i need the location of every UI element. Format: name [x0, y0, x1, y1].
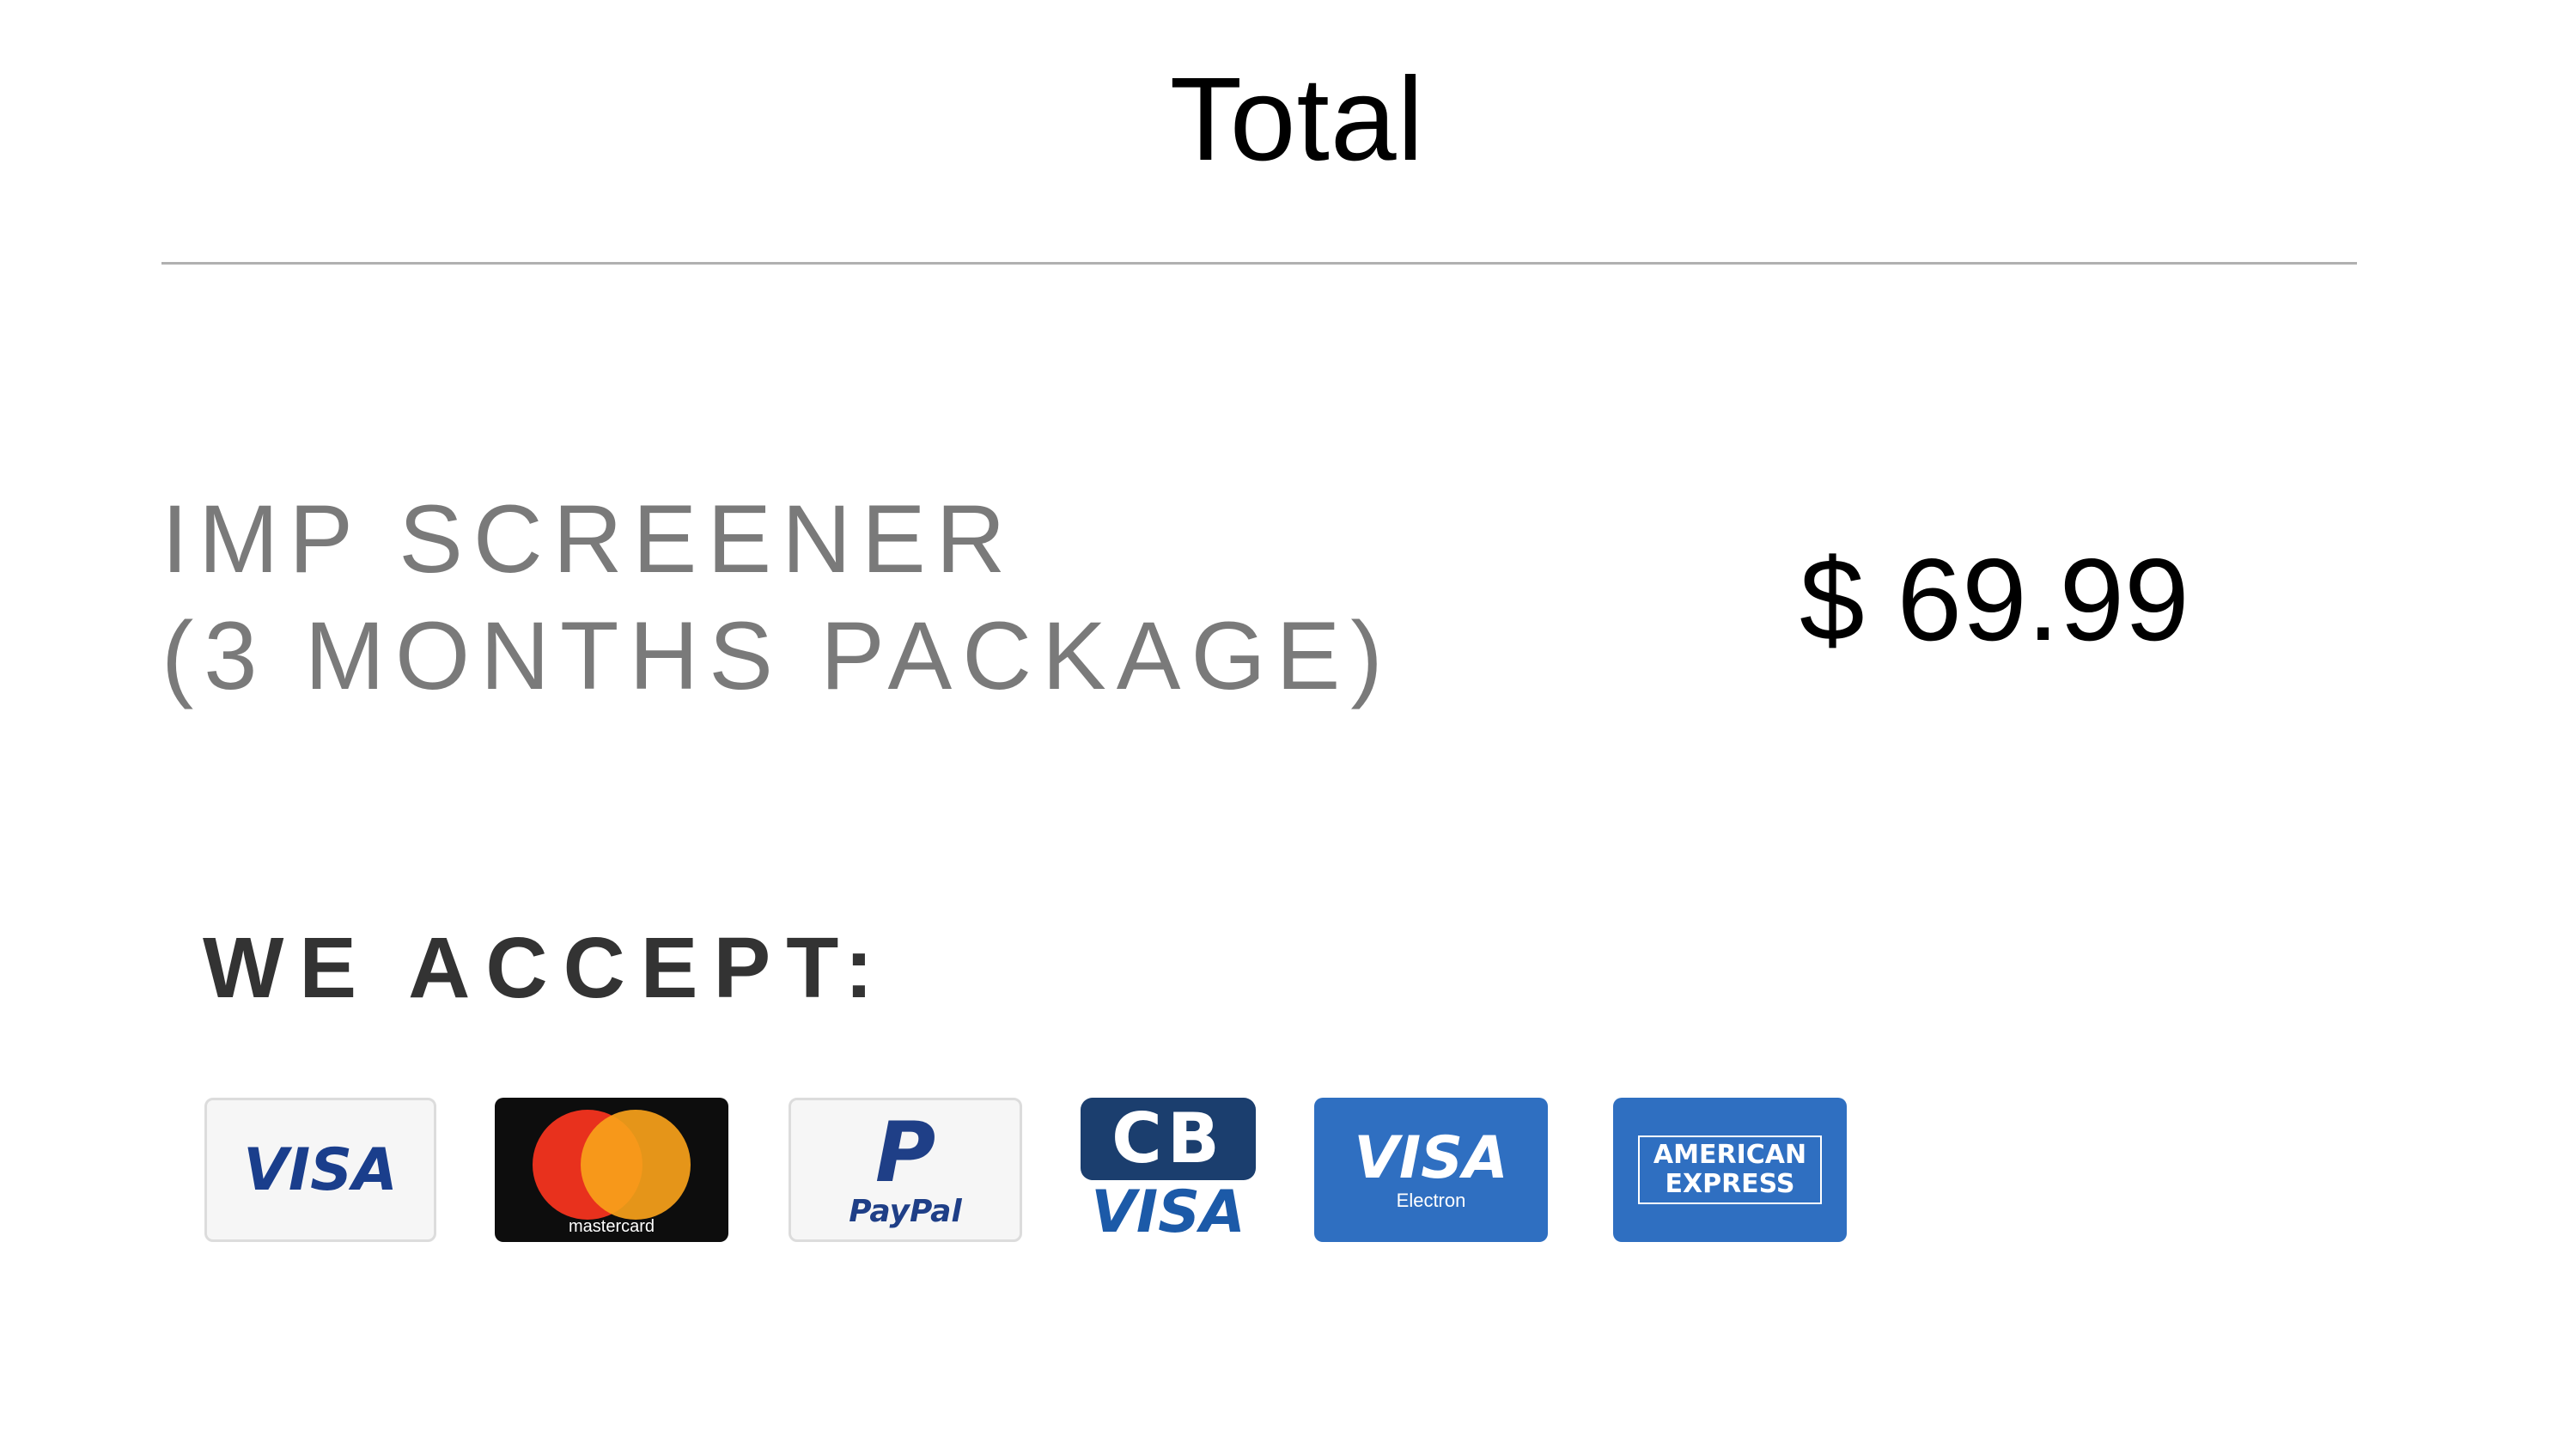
paypal-logo-text: PayPal — [849, 1193, 962, 1229]
visa-electron-logo-text: VISA — [1354, 1124, 1508, 1192]
product-name: IMP SCREENER (3 MONTHS PACKAGE) — [161, 481, 1393, 715]
cb-visa-logo-text: VISA — [1091, 1178, 1245, 1246]
mastercard-logo-text: mastercard — [568, 1217, 655, 1236]
cb-badge: CB — [1081, 1098, 1256, 1180]
american-express-card-icon: AMERICAN EXPRESS — [1613, 1098, 1847, 1242]
divider — [161, 262, 2357, 265]
visa-electron-card-icon: VISA Electron — [1314, 1098, 1548, 1242]
page-title: Total — [1169, 53, 1425, 186]
visa-electron-sub-text: Electron — [1396, 1190, 1466, 1211]
payment-heading: WE ACCEPT: — [203, 920, 889, 1016]
paypal-card-icon: P PayPal — [789, 1098, 1022, 1242]
paypal-p-icon: P — [874, 1104, 936, 1201]
mastercard-card-icon: mastercard — [495, 1098, 728, 1242]
visa-logo-text: VISA — [243, 1135, 398, 1204]
american-express-logo-text: AMERICAN EXPRESS — [1638, 1135, 1822, 1204]
cb-visa-card-icon: CB VISA — [1079, 1098, 1258, 1247]
product-name-line-1: IMP SCREENER — [161, 485, 1016, 593]
mastercard-orange-circle — [581, 1110, 691, 1220]
visa-card-icon: VISA — [204, 1098, 436, 1242]
price-total: $ 69.99 — [1800, 534, 2189, 665]
product-name-line-2: (3 MONTHS PACKAGE) — [161, 602, 1393, 709]
